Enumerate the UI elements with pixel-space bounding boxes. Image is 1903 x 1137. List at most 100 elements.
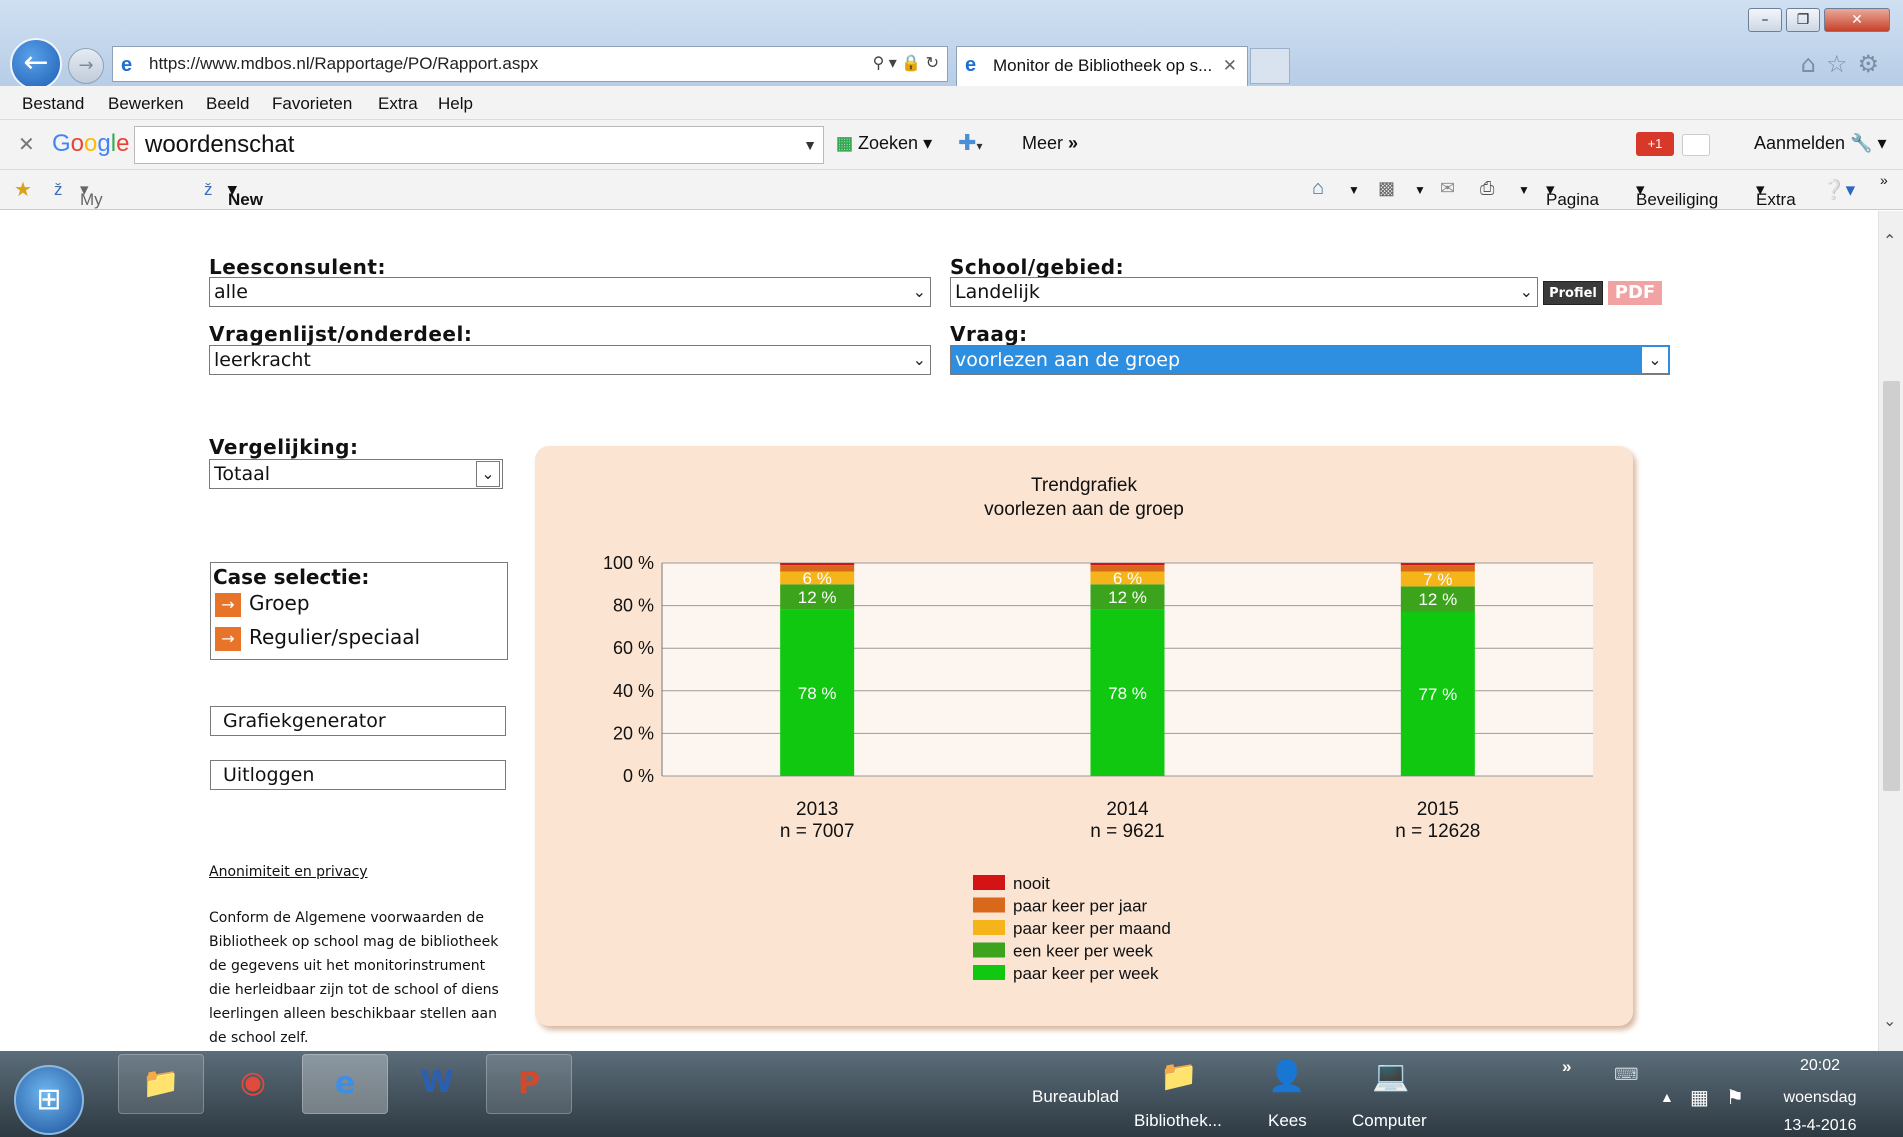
bar-data-label: 12 %: [798, 588, 837, 607]
kees-label[interactable]: Kees: [1268, 1111, 1307, 1131]
google-plus-one-button[interactable]: +1: [1636, 132, 1674, 156]
mail-icon[interactable]: ✉: [1440, 178, 1455, 199]
start-button[interactable]: ⊞: [14, 1065, 84, 1135]
plus-icon[interactable]: ✚▾: [958, 130, 982, 156]
chevron-down-icon[interactable]: ⌄: [1642, 347, 1668, 373]
scroll-down-icon[interactable]: ⌄: [1883, 1011, 1896, 1030]
chrome-icon[interactable]: ◉: [210, 1054, 296, 1114]
uitloggen-button[interactable]: Uitloggen: [210, 760, 506, 790]
school-select[interactable]: Landelijk ⌄: [950, 277, 1538, 307]
lock-icon[interactable]: 🔒: [901, 55, 921, 72]
google-signin-button[interactable]: Aanmelden 🔧 ▾: [1754, 133, 1887, 154]
vragenlijst-value: leerkracht: [214, 349, 311, 371]
chevron-down-icon[interactable]: ▼: [1348, 183, 1360, 197]
ie-tab-icon: e: [965, 54, 977, 76]
menu-bar: Bestand Bewerken Beeld Favorieten Extra …: [0, 86, 1903, 120]
scroll-up-icon[interactable]: ⌃: [1883, 231, 1896, 250]
internet-explorer-icon[interactable]: e: [302, 1054, 388, 1114]
powerpoint-icon[interactable]: P: [486, 1054, 572, 1114]
page-scrollbar[interactable]: ⌃ ⌄: [1878, 211, 1903, 1051]
home-icon[interactable]: ⌂: [1312, 177, 1324, 200]
tab-monitor[interactable]: e Monitor de Bibliotheek op s... ✕: [956, 46, 1248, 86]
keyboard-icon[interactable]: ⌨: [1614, 1065, 1639, 1085]
pagina-menu[interactable]: Pagina ▾: [1546, 180, 1599, 209]
vragenlijst-select[interactable]: leerkracht ⌄: [209, 345, 931, 375]
favorites-star-icon[interactable]: ☆: [1826, 50, 1858, 78]
zotero-icon-2: ž: [204, 180, 213, 199]
show-hidden-icons[interactable]: ▲: [1660, 1089, 1674, 1105]
chevron-down-icon[interactable]: ⌄: [913, 278, 926, 306]
google-search-button-label: Zoeken: [858, 133, 919, 153]
clock-date[interactable]: 13-4-2016: [1770, 1117, 1870, 1135]
toolbar-expand-icon[interactable]: »: [1562, 1057, 1571, 1077]
print-icon[interactable]: ⎙: [1480, 178, 1494, 199]
action-center-flag-icon[interactable]: ⚑: [1726, 1085, 1744, 1110]
user-folder-icon[interactable]: 👤: [1268, 1059, 1305, 1094]
help-icon[interactable]: ❔▾: [1822, 178, 1855, 202]
chart-title: Trendgrafiek: [1031, 475, 1137, 496]
minimize-button[interactable]: –: [1748, 8, 1782, 32]
address-bar[interactable]: e https://www.mdbos.nl/Rapportage/PO/Rap…: [112, 46, 948, 82]
chevron-down-icon[interactable]: ⌄: [913, 346, 926, 374]
home-icon[interactable]: ⌂: [1801, 50, 1826, 78]
word-icon[interactable]: W: [394, 1054, 480, 1114]
explorer-icon[interactable]: 📁: [118, 1054, 204, 1114]
vergelijking-select[interactable]: Totaal ⌄: [209, 459, 503, 489]
menu-beeld[interactable]: Beeld: [206, 94, 249, 114]
restore-button[interactable]: ❐: [1786, 8, 1820, 32]
beveiliging-menu[interactable]: Beveiliging ▾: [1636, 180, 1718, 209]
settings-gear-icon[interactable]: ⚙: [1857, 50, 1889, 78]
chevron-down-icon[interactable]: ⌄: [1520, 278, 1533, 306]
chevron-down-icon[interactable]: ▼: [803, 127, 817, 163]
chart-subtitle: voorlezen aan de groep: [984, 499, 1184, 520]
google-toggle[interactable]: [1682, 134, 1710, 156]
menu-bewerken[interactable]: Bewerken: [108, 94, 184, 114]
close-toolbar-icon[interactable]: ✕: [18, 132, 35, 157]
close-tab-icon[interactable]: ✕: [1223, 47, 1237, 85]
pdf-button[interactable]: PDF: [1608, 281, 1662, 305]
google-toolbar: ✕ Google woordenschat ▼ ▦ Zoeken ▾ ✚▾ Me…: [0, 120, 1903, 170]
grafiekgenerator-button[interactable]: Grafiekgenerator: [210, 706, 506, 736]
computer-label[interactable]: Computer: [1352, 1111, 1427, 1131]
y-tick-label: 100 %: [603, 553, 654, 573]
menu-extra[interactable]: Extra: [378, 94, 418, 114]
wrench-icon[interactable]: 🔧: [1850, 133, 1872, 153]
search-icon[interactable]: ⚲: [873, 55, 885, 72]
clock-day[interactable]: woensdag: [1770, 1089, 1870, 1107]
close-window-button[interactable]: ✕: [1824, 8, 1890, 32]
scroll-thumb[interactable]: [1883, 381, 1900, 791]
library-folder-icon[interactable]: 📁: [1160, 1059, 1197, 1094]
extra-menu[interactable]: Extra ▾: [1756, 180, 1796, 209]
google-search-button[interactable]: ▦ Zoeken ▾: [836, 133, 932, 154]
leesconsulent-select[interactable]: alle ⌄: [209, 277, 931, 307]
profiel-button[interactable]: Profiel: [1543, 281, 1603, 305]
chevron-down-icon[interactable]: ▼: [1414, 183, 1426, 197]
menu-favorieten[interactable]: Favorieten: [272, 94, 352, 114]
privacy-link[interactable]: Anonimiteit en privacy: [209, 864, 368, 880]
rss-feed-icon[interactable]: ▩: [1378, 178, 1395, 199]
toolbar-overflow-icon[interactable]: »: [1880, 172, 1888, 188]
chevron-down-icon[interactable]: ▼: [1518, 183, 1530, 197]
case-item-groep[interactable]: → Groep: [215, 591, 310, 617]
forward-button[interactable]: →: [68, 48, 104, 84]
case-item-regulier[interactable]: → Regulier/speciaal: [215, 625, 420, 651]
menu-bestand[interactable]: Bestand: [22, 94, 84, 114]
computer-icon[interactable]: 💻: [1372, 1059, 1409, 1094]
menu-help[interactable]: Help: [438, 94, 473, 114]
refresh-icon[interactable]: ↻: [926, 55, 939, 72]
network-icon[interactable]: ▦: [1690, 1085, 1709, 1110]
vraag-select[interactable]: voorlezen aan de groep ⌄: [950, 345, 1670, 375]
favorites-add-icon[interactable]: ★: [14, 177, 32, 202]
my-library-button[interactable]: My Library ▾: [80, 180, 132, 229]
bureaublad-label[interactable]: Bureaublad: [1032, 1087, 1119, 1107]
privacy-text: Conform de Algemene voorwaarden de Bibli…: [209, 910, 499, 1046]
clock-time[interactable]: 20:02: [1770, 1057, 1870, 1075]
library-label[interactable]: Bibliothek...: [1134, 1111, 1222, 1131]
legend-label: nooit: [1013, 874, 1050, 893]
chevron-down-icon[interactable]: ⌄: [476, 461, 500, 487]
google-search-input[interactable]: woordenschat ▼: [134, 126, 824, 164]
new-tab-button[interactable]: [1250, 48, 1290, 84]
google-more-button[interactable]: Meer »: [1022, 133, 1078, 154]
back-button[interactable]: ←: [10, 38, 62, 90]
new-issues-button[interactable]: New Issues ▾: [228, 180, 281, 229]
